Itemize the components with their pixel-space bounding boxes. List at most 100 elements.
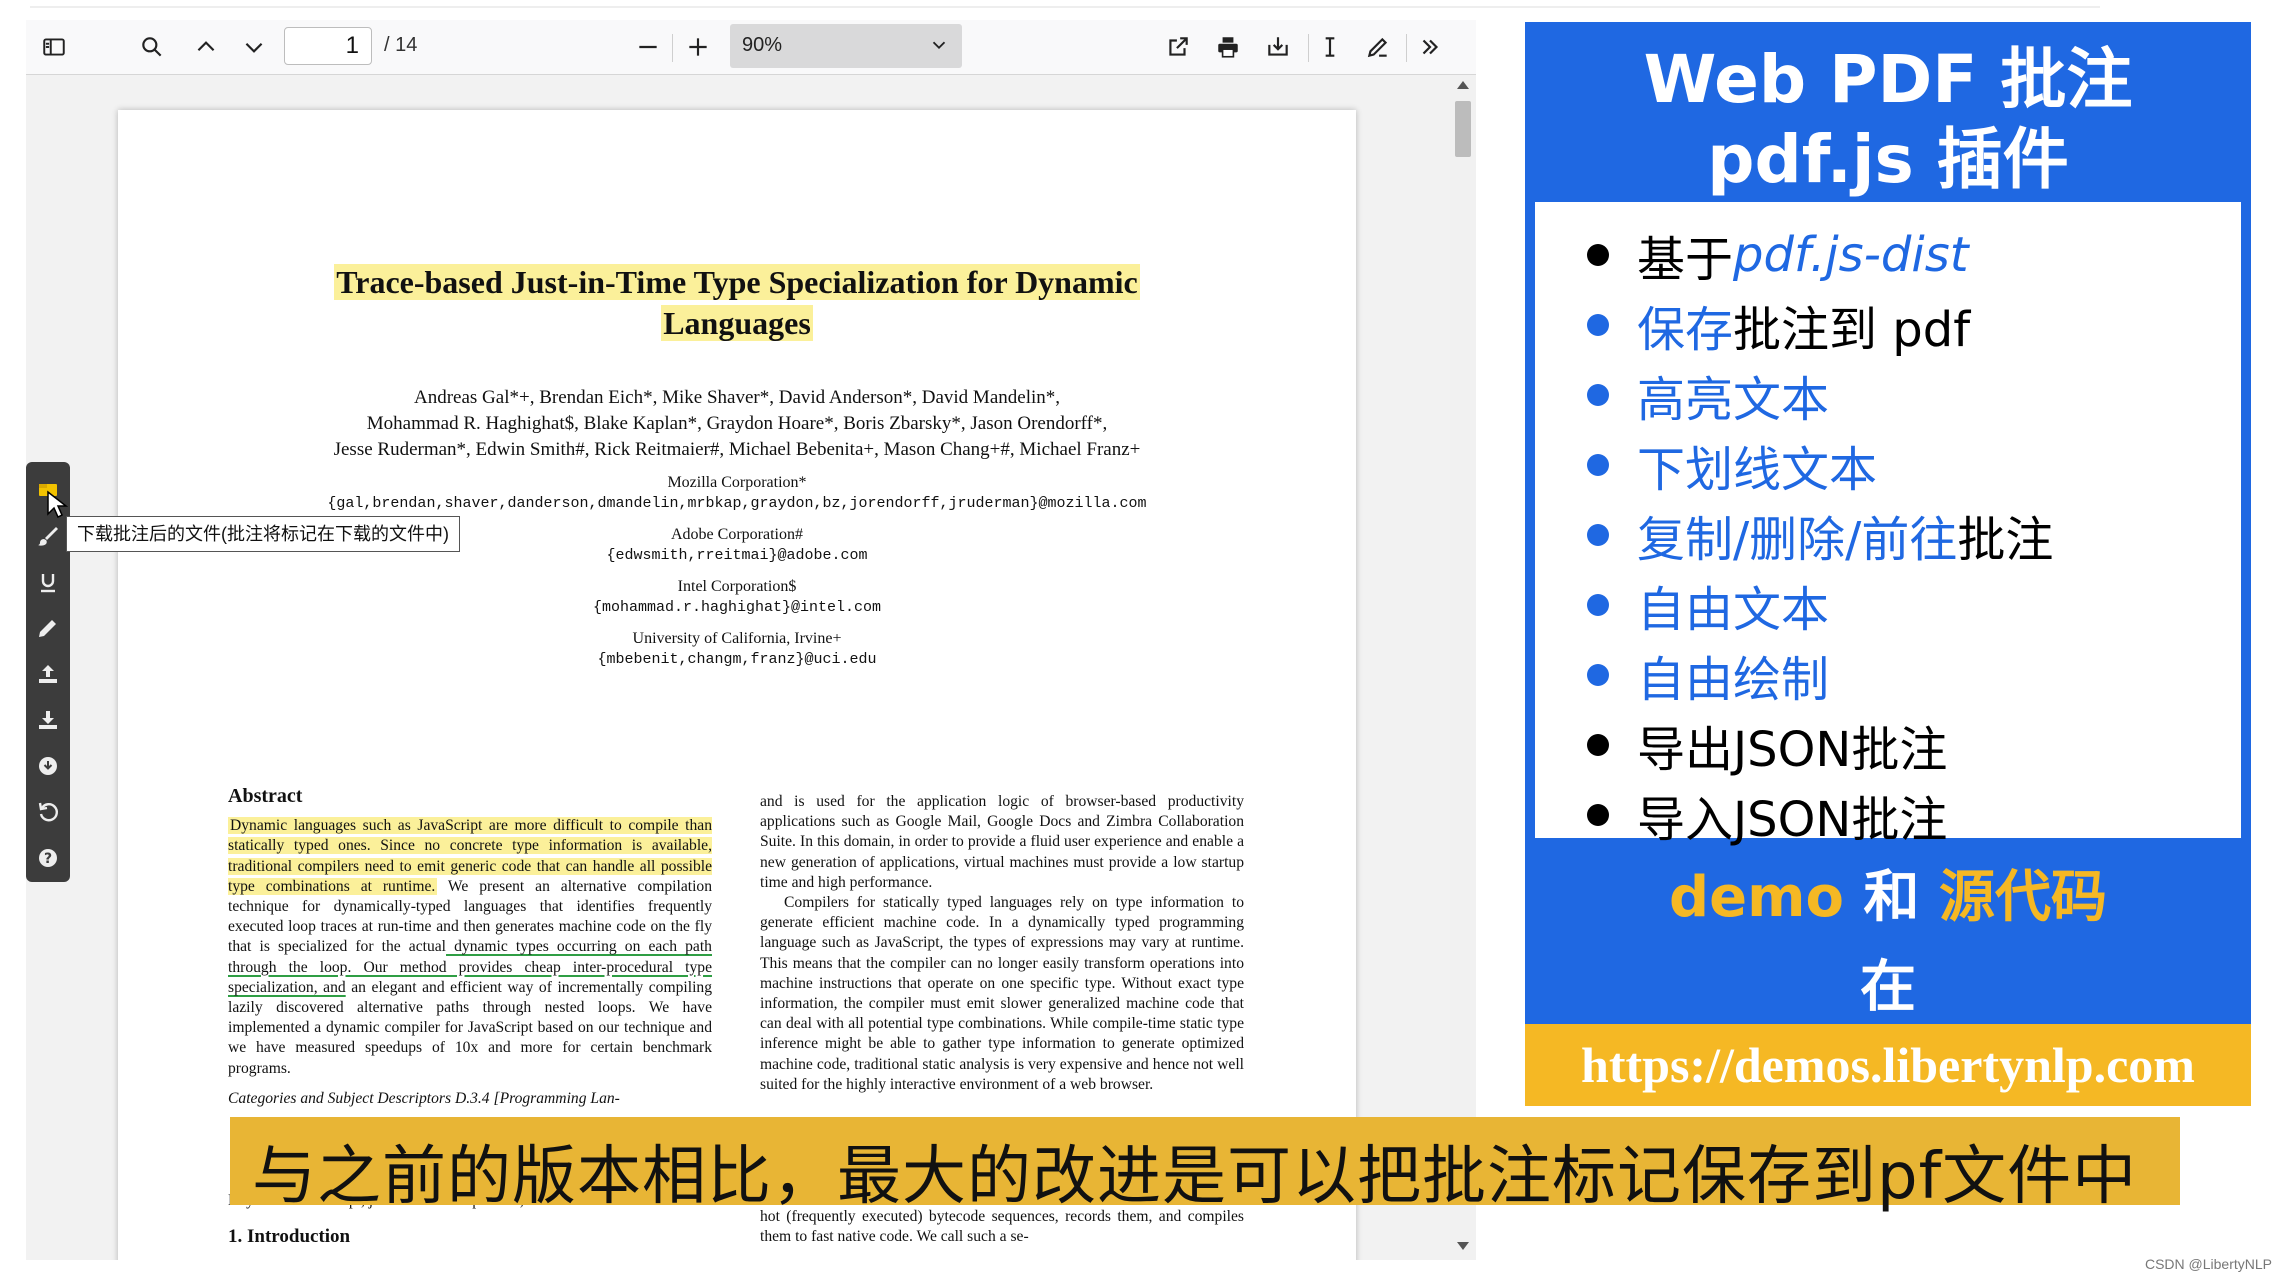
download-tooltip: 下载批注后的文件(批注将标记在下载的文件中) [66,516,460,552]
bullet-dot [1587,384,1609,406]
demo-url-link[interactable]: https://demos.libertynlp.com [1525,1036,2251,1094]
feature-text: 高亮文本 [1637,372,1830,428]
brush-icon[interactable] [34,522,62,550]
zoom-value: 90% [742,34,783,56]
video-subtitle: 与之前的版本相比，最大的改进是可以把批注标记保存到pf文件中 [230,1117,2180,1214]
sidebar-toggle-icon[interactable] [40,33,68,61]
feature-text: 下划线文本 [1637,442,1878,498]
pdf-viewer: / 14 90% [26,20,1476,1260]
page-number-input[interactable] [284,27,372,65]
authors-line-2: Mohammad R. Haghighat$, Blake Kaplan*, G… [366,413,1108,434]
double-chevron-right-icon[interactable] [1416,33,1444,61]
toolbar-separator [672,34,673,62]
annotation-toolbar: ? [26,462,70,882]
feature-prefix: 基于 [1637,232,1734,288]
open-external-icon[interactable] [1164,33,1192,61]
zoom-in-icon[interactable] [684,33,712,61]
save-circle-icon[interactable] [34,752,62,780]
affiliation-intel: Intel Corporation$ {mohammad.r.haghighat… [118,576,1356,618]
bullet-dot [1587,734,1609,756]
demo-label: demo [1669,865,1844,930]
download-icon[interactable] [1264,33,1292,61]
bullet-dot [1587,804,1609,826]
feature-item: 导出JSON批注 [1587,714,1947,778]
source-label: 源代码 [1938,865,2107,930]
authors-line-1: Andreas Gal*+, Brendan Eich*, Mike Shave… [413,387,1061,408]
toolbar-separator [1308,34,1309,62]
url-banner: https://demos.libertynlp.com [1525,1024,2251,1106]
promo-title-line-2: pdf.js 插件 [1707,121,2069,198]
feature-text: 自由绘制 [1637,652,1830,708]
affiliation-name: University of California, Irvine+ [632,630,842,647]
subtitle-text: 与之前的版本相比，最大的改进是可以把批注标记保存到pf文件中 [252,1140,2138,1214]
affiliation-name: Intel Corporation$ [677,578,797,595]
feature-item: 自由文本 [1587,574,1829,638]
feature-item: 自由绘制 [1587,644,1829,708]
feature-suffix: 批注 [1957,512,2054,568]
feature-text: 保存 [1637,302,1734,358]
zoom-out-icon[interactable] [634,33,662,61]
feature-text: 复制/删除/前往 [1637,512,1958,568]
abstract-heading: Abstract [228,785,303,807]
feature-item: 保存 批注到 pdf [1587,294,1970,358]
affiliation-name: Mozilla Corporation* [667,474,807,491]
title-line-1: Trace-based Just-in-Time Type Specializa… [334,264,1140,300]
promo-title-line-1: Web PDF 批注 [1643,41,2133,118]
title-line-2: Languages [661,305,813,341]
right-paragraph-2: Compilers for statically typed languages… [760,894,1244,1093]
affiliation-mozilla: Mozilla Corporation* {gal,brendan,shaver… [118,472,1356,514]
zoom-select[interactable]: 90% [730,24,962,68]
scroll-down-icon[interactable] [1457,1242,1469,1250]
feature-item: 导入JSON批注 [1587,784,1947,848]
feature-item: 高亮文本 [1587,364,1829,428]
at-label: 在 [1860,955,1916,1020]
text-cursor-icon[interactable] [1316,33,1344,61]
feature-text: 导出JSON批注 [1637,722,1948,778]
page-count: / 14 [384,34,418,56]
paper-title: Trace-based Just-in-Time Type Specializa… [118,262,1356,344]
affiliation-email: {gal,brendan,shaver,danderson,dmandelin,… [327,495,1147,512]
affiliation-email: {mbebenit,changm,franz}@uci.edu [597,651,877,668]
promo-title: Web PDF 批注 pdf.js 插件 [1525,40,2251,200]
feature-text: 自由文本 [1637,582,1830,638]
feature-text: 导入JSON批注 [1637,792,1948,848]
chevron-down-icon [932,41,946,50]
affiliation-uci: University of California, Irvine+ {mbebe… [118,628,1356,670]
bullet-dot [1587,244,1609,266]
abstract-text: Dynamic languages such as JavaScript are… [228,816,712,1079]
mouse-cursor-icon [47,490,68,519]
next-page-icon[interactable] [240,33,268,61]
feature-text: pdf.js-dist [1733,227,1969,283]
print-icon[interactable] [1214,33,1242,61]
vertical-scrollbar[interactable] [1450,75,1476,1260]
feature-item: 基于 pdf.js-dist [1587,224,1969,288]
feature-suffix: 批注到 pdf [1733,302,1971,358]
toolbar-separator [1406,34,1407,62]
search-icon[interactable] [138,33,166,61]
underline-icon[interactable] [34,568,62,596]
right-paragraph-1: and is used for the application logic of… [760,793,1244,891]
and-label: 和 [1863,865,1920,930]
bullet-dot [1587,524,1609,546]
undo-icon[interactable] [34,798,62,826]
help-icon[interactable]: ? [34,844,62,872]
watermark: CSDN @LibertyNLP [2144,1256,2272,1272]
bullet-dot [1587,664,1609,686]
bullet-dot [1587,594,1609,616]
download-annotated-icon[interactable] [34,706,62,734]
scroll-up-icon[interactable] [1457,81,1469,89]
author-list: Andreas Gal*+, Brendan Eich*, Mike Shave… [118,385,1356,463]
pencil-icon[interactable] [34,614,62,642]
scroll-thumb[interactable] [1455,101,1471,157]
authors-line-3: Jesse Ruderman*, Edwin Smith#, Rick Reit… [333,439,1141,460]
pdf-page: Trace-based Just-in-Time Type Specializa… [118,110,1356,1260]
feature-item: 下划线文本 [1587,434,1877,498]
feature-list: 基于 pdf.js-dist 保存 批注到 pdf 高亮文本 下划线文本 复制/删… [1535,202,2241,848]
previous-page-icon[interactable] [192,33,220,61]
affiliation-email: {mohammad.r.haghighat}@intel.com [592,599,882,616]
upload-icon[interactable] [34,660,62,688]
bullet-dot [1587,314,1609,336]
svg-text:?: ? [44,851,52,867]
draw-edit-icon[interactable] [1364,33,1392,61]
categories-line: Categories and Subject Descriptors D.3.4… [228,1089,620,1107]
